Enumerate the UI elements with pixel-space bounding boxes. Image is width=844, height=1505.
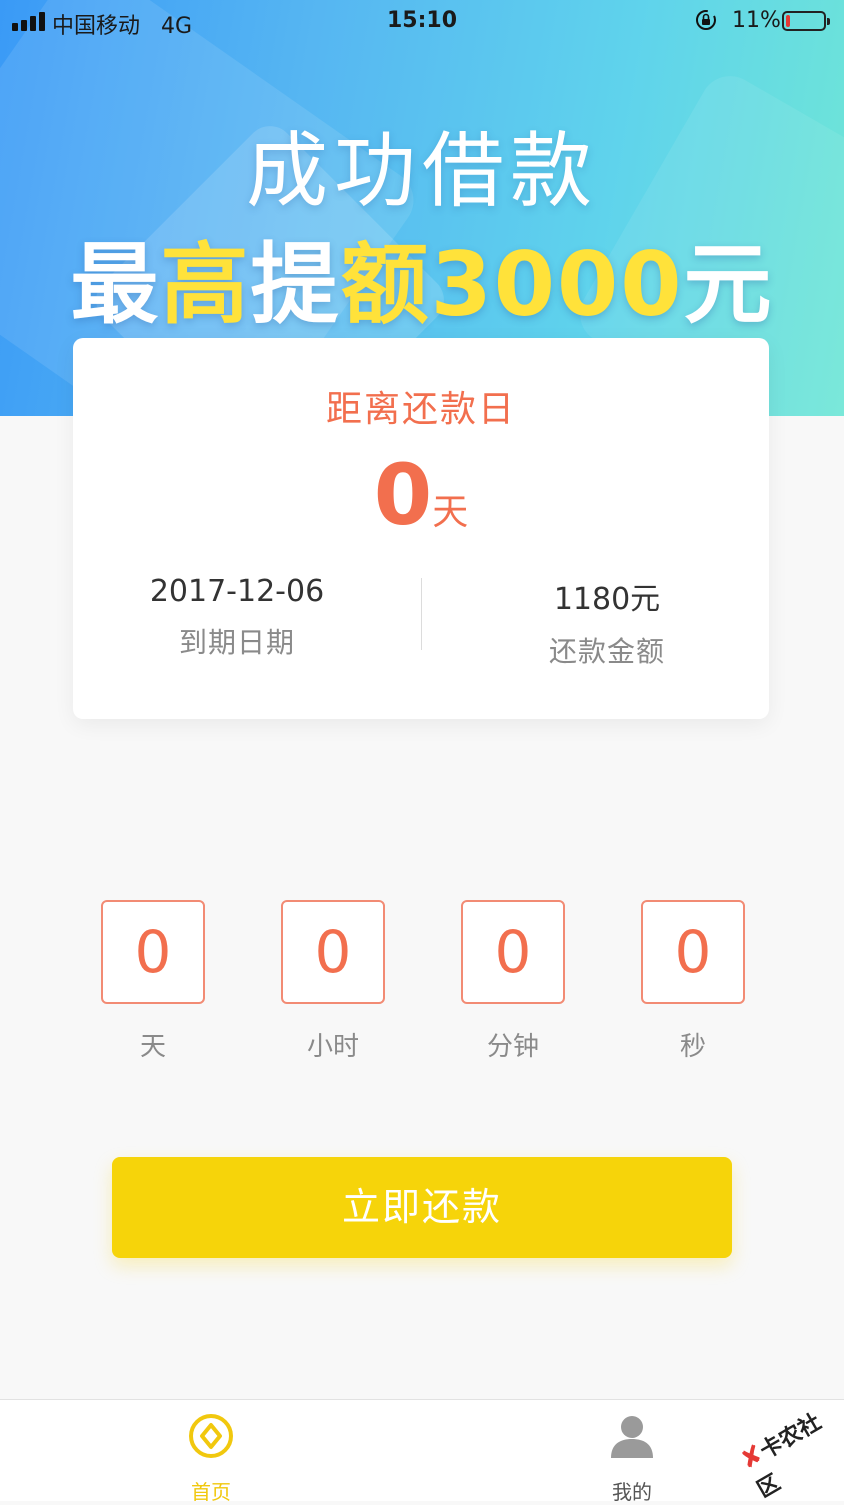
repay-amount-label: 还款金额 — [548, 635, 665, 668]
tab-home-label: 首页 — [191, 1480, 231, 1504]
profile-icon — [611, 1416, 653, 1458]
countdown-days: 0 天 — [101, 900, 205, 1063]
divider — [421, 578, 422, 650]
countdown-seconds: 0 秒 — [641, 900, 745, 1063]
repay-now-button[interactable]: 立即还款 — [112, 1157, 732, 1258]
home-coin-icon — [189, 1414, 233, 1458]
banner-subheadline: 最高提额3000元 — [70, 233, 774, 336]
days-unit: 天 — [432, 492, 469, 533]
due-date-label: 到期日期 — [178, 626, 295, 659]
days-remaining: 0天 — [73, 446, 769, 544]
countdown-label: 分钟 — [486, 1032, 539, 1062]
card-title: 距离还款日 — [325, 389, 516, 430]
battery-icon — [782, 11, 830, 31]
countdown-hours: 0 小时 — [281, 900, 385, 1063]
countdown-value: 0 — [101, 900, 205, 1004]
tab-bar: 首页 我的 — [0, 1399, 844, 1504]
repay-amount: 1180元 还款金额 — [457, 574, 757, 670]
repay-amount-value: 1180元 — [553, 582, 661, 617]
countdown-value: 0 — [461, 900, 565, 1004]
banner-headline: 成功借款 — [245, 124, 598, 219]
battery-percent: 11% — [732, 8, 781, 33]
due-date: 2017-12-06 到期日期 — [87, 574, 387, 661]
countdown-label: 秒 — [679, 1032, 706, 1062]
rotation-lock-icon — [696, 10, 716, 30]
days-value: 0 — [373, 446, 433, 544]
tab-mine[interactable]: 我的 — [552, 1412, 712, 1505]
due-date-value: 2017-12-06 — [149, 574, 325, 609]
countdown-minutes: 0 分钟 — [461, 900, 565, 1063]
repayment-card: 距离还款日 0天 2017-12-06 到期日期 1180元 还款金额 — [73, 338, 769, 719]
tab-home[interactable]: 首页 — [131, 1412, 291, 1505]
clock: 15:10 — [386, 8, 458, 33]
countdown-label: 天 — [139, 1032, 166, 1062]
countdown-value: 0 — [281, 900, 385, 1004]
status-bar: 中国移动 4G 15:10 11% — [0, 0, 844, 44]
countdown-label: 小时 — [306, 1032, 359, 1062]
countdown-value: 0 — [641, 900, 745, 1004]
tab-mine-label: 我的 — [612, 1480, 652, 1504]
